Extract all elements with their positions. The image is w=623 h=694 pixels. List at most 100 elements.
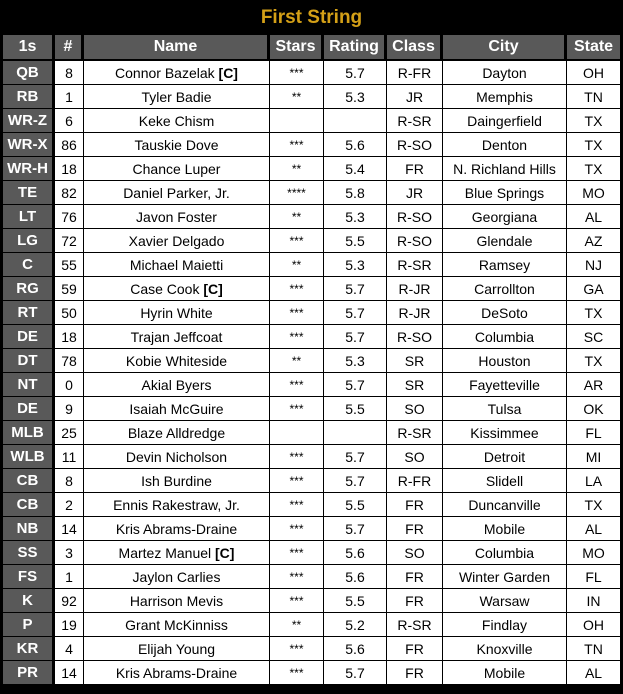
player-name: Daniel Parker, Jr. <box>123 184 230 201</box>
state-cell: AL <box>567 517 620 541</box>
table-row: QB 8 Connor Bazelak [C] *** 5.7 R-FR Dayton OH <box>3 61 620 85</box>
player-name: Kris Abrams-Draine <box>115 520 238 537</box>
table-row: NT 0 Akial Byers *** 5.7 SR Fayetteville AR <box>3 373 620 397</box>
position-cell: LG <box>3 229 55 253</box>
stars-cell: ** <box>270 613 324 637</box>
rating-cell: 5.3 <box>324 253 387 277</box>
rating-cell: 5.5 <box>324 589 387 613</box>
column-header-stars: Stars <box>270 35 324 61</box>
stars-cell: *** <box>270 589 324 613</box>
rating-cell: 5.4 <box>324 157 387 181</box>
table-row: K 92 Harrison Mevis *** 5.5 FR Warsaw IN <box>3 589 620 613</box>
jersey-number-cell: 3 <box>55 541 84 565</box>
rating-cell: 5.5 <box>324 493 387 517</box>
player-name-cell: Tauskie Dove <box>84 133 270 157</box>
player-name-cell: Blaze Alldredge <box>84 421 270 445</box>
column-header-number: # <box>55 35 84 61</box>
player-name: Case Cook <box>130 280 200 297</box>
stars-cell: *** <box>270 277 324 301</box>
stars-cell: *** <box>270 637 324 661</box>
position-cell: K <box>3 589 55 613</box>
table-row: PR 14 Kris Abrams-Draine *** 5.7 FR Mobile AL <box>3 661 620 685</box>
column-header-name: Name <box>84 35 270 61</box>
position-cell: NB <box>3 517 55 541</box>
table-row: FS 1 Jaylon Carlies *** 5.6 FR Winter Garden FL <box>3 565 620 589</box>
stars-cell: *** <box>270 133 324 157</box>
player-name-cell: Javon Foster <box>84 205 270 229</box>
player-name-cell: Akial Byers <box>84 373 270 397</box>
player-name: Kris Abrams-Draine <box>115 664 238 681</box>
position-cell: P <box>3 613 55 637</box>
class-cell: FR <box>387 589 443 613</box>
captain-badge: [C] <box>215 544 235 561</box>
stars-cell: *** <box>270 661 324 685</box>
column-header-rating: Rating <box>324 35 387 61</box>
column-header-position: 1s <box>3 35 55 61</box>
jersey-number-cell: 2 <box>55 493 84 517</box>
position-cell: RB <box>3 85 55 109</box>
jersey-number-cell: 4 <box>55 637 84 661</box>
state-cell: AR <box>567 373 620 397</box>
jersey-number-cell: 9 <box>55 397 84 421</box>
city-cell: Houston <box>443 349 567 373</box>
table-row: WR-X 86 Tauskie Dove *** 5.6 R-SO Denton TX <box>3 133 620 157</box>
table-row: P 19 Grant McKinniss ** 5.2 R-SR Findlay OH <box>3 613 620 637</box>
player-name-cell: Grant McKinniss <box>84 613 270 637</box>
player-name-cell: Kris Abrams-Draine <box>84 517 270 541</box>
class-cell: SR <box>387 373 443 397</box>
jersey-number-cell: 55 <box>55 253 84 277</box>
jersey-number-cell: 72 <box>55 229 84 253</box>
city-cell: Daingerfield <box>443 109 567 133</box>
class-cell: R-SO <box>387 325 443 349</box>
position-cell: WR-H <box>3 157 55 181</box>
jersey-number-cell: 18 <box>55 325 84 349</box>
rating-cell: 5.3 <box>324 205 387 229</box>
city-cell: Columbia <box>443 325 567 349</box>
state-cell: OH <box>567 61 620 85</box>
captain-badge: [C] <box>203 280 223 297</box>
player-name-cell: Elijah Young <box>84 637 270 661</box>
player-name-cell: Kobie Whiteside <box>84 349 270 373</box>
city-cell: Denton <box>443 133 567 157</box>
class-cell: FR <box>387 637 443 661</box>
class-cell: JR <box>387 85 443 109</box>
rating-cell: 5.6 <box>324 133 387 157</box>
position-cell: RG <box>3 277 55 301</box>
class-cell: R-SO <box>387 229 443 253</box>
stars-cell: *** <box>270 61 324 85</box>
jersey-number-cell: 25 <box>55 421 84 445</box>
position-cell: KR <box>3 637 55 661</box>
city-cell: Carrollton <box>443 277 567 301</box>
stars-cell <box>270 109 324 133</box>
player-name-cell: Jaylon Carlies <box>84 565 270 589</box>
city-cell: Dayton <box>443 61 567 85</box>
state-cell: AL <box>567 205 620 229</box>
rating-cell: 5.3 <box>324 349 387 373</box>
class-cell: R-SO <box>387 205 443 229</box>
state-cell: FL <box>567 421 620 445</box>
table-row: KR 4 Elijah Young *** 5.6 FR Knoxville TN <box>3 637 620 661</box>
stars-cell: *** <box>270 541 324 565</box>
player-name: Chance Luper <box>132 160 221 177</box>
state-cell: AZ <box>567 229 620 253</box>
captain-badge: [C] <box>218 64 238 81</box>
jersey-number-cell: 8 <box>55 61 84 85</box>
position-cell: FS <box>3 565 55 589</box>
table-row: CB 8 Ish Burdine *** 5.7 R-FR Slidell LA <box>3 469 620 493</box>
player-name: Connor Bazelak <box>115 64 215 81</box>
depth-chart-table: 1s # Name Stars Rating Class City State … <box>3 35 620 685</box>
city-cell: N. Richland Hills <box>443 157 567 181</box>
rating-cell: 5.7 <box>324 277 387 301</box>
table-row: NB 14 Kris Abrams-Draine *** 5.7 FR Mobile AL <box>3 517 620 541</box>
jersey-number-cell: 92 <box>55 589 84 613</box>
player-name: Harrison Mevis <box>129 592 224 609</box>
city-cell: Kissimmee <box>443 421 567 445</box>
table-row: LT 76 Javon Foster ** 5.3 R-SO Georgiana AL <box>3 205 620 229</box>
class-cell: R-FR <box>387 61 443 85</box>
jersey-number-cell: 1 <box>55 565 84 589</box>
player-name-cell: Devin Nicholson <box>84 445 270 469</box>
stars-cell: *** <box>270 445 324 469</box>
city-cell: Blue Springs <box>443 181 567 205</box>
player-name: Tyler Badie <box>141 88 212 105</box>
stars-cell: ** <box>270 205 324 229</box>
